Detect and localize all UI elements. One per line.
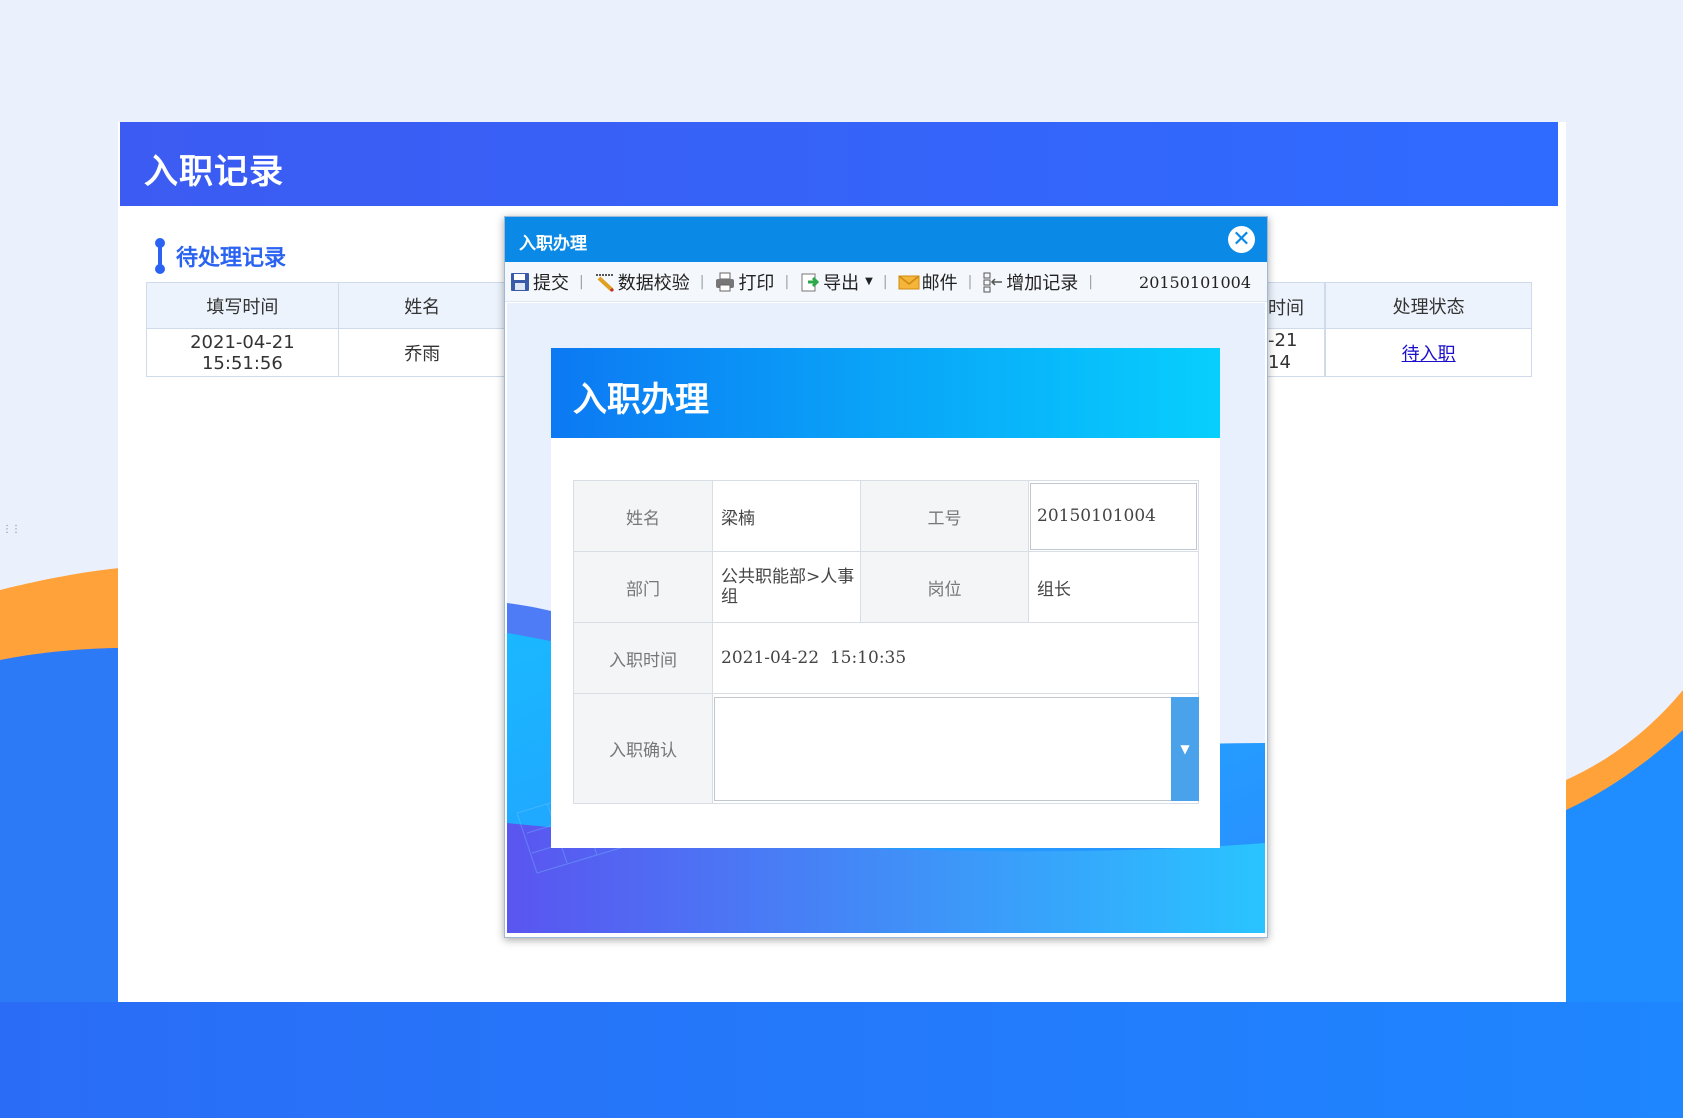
validate-button[interactable]: 数据校验	[590, 262, 694, 302]
confirm-textarea[interactable]	[714, 696, 1197, 801]
cell-status: 待入职	[1325, 328, 1532, 377]
submit-button[interactable]: 提交	[505, 262, 573, 302]
add-record-label: 增加记录	[1006, 272, 1079, 294]
mail-label: 邮件	[921, 272, 958, 294]
dialog-titlebar[interactable]: 入职办理 ✕	[505, 217, 1267, 262]
cell-time-partial-line2: 14	[1268, 352, 1291, 373]
section-marker-icon	[154, 238, 166, 274]
toolbar-separator: |	[1088, 273, 1094, 290]
save-icon	[511, 272, 529, 291]
chevron-down-icon: ▼	[1180, 742, 1190, 756]
column-header-time-partial: 时间	[1268, 298, 1304, 319]
onboarding-form: 姓名 梁楠 工号 20150101004 部门 公共职能部>人事组 岗位 组长 …	[573, 480, 1199, 804]
cell-time-partial-line1: -21	[1268, 330, 1298, 351]
toolbar-separator: |	[784, 273, 790, 290]
toolbar-separator: |	[882, 273, 888, 290]
emp-no-cell: 20150101004	[1028, 480, 1199, 552]
column-header-fill-time: 填写时间	[146, 282, 339, 329]
page-header: 入职记录	[120, 122, 1558, 206]
validate-label: 数据校验	[617, 272, 690, 294]
printer-icon	[716, 272, 735, 291]
toolbar-separator: |	[699, 273, 705, 290]
status-link[interactable]: 待入职	[1402, 344, 1456, 365]
form-row: 入职确认	[573, 693, 1199, 804]
cell-name: 乔雨	[337, 328, 507, 377]
position-label: 岗位	[860, 551, 1029, 623]
emp-no-label: 工号	[860, 480, 1029, 552]
dept-value: 公共职能部>人事组	[712, 551, 861, 623]
page-title: 入职记录	[144, 152, 284, 192]
pencil-ruler-icon	[595, 273, 614, 292]
submit-label: 提交	[533, 272, 569, 294]
drag-handle-icon[interactable]: ⋮⋮	[2, 525, 21, 535]
onboarding-dialog: 入职办理 ✕ 提交 | 数据校验 | 打印 | 导出 ▼ | 邮件 | 增加记录…	[504, 216, 1268, 938]
export-label: 导出	[823, 272, 860, 294]
toolbar-separator: |	[579, 273, 584, 290]
form-card: 入职办理 姓名 梁楠 工号 20150101004 部门 公共职能部>人事组 岗…	[551, 348, 1220, 848]
section-title: 待处理记录	[154, 236, 286, 276]
toolbar-separator: |	[967, 273, 973, 290]
dialog-title: 入职办理	[519, 234, 587, 254]
column-header-name: 姓名	[337, 282, 507, 329]
add-record-button[interactable]: 增加记录	[978, 262, 1082, 302]
form-title: 入职办理	[573, 380, 709, 420]
dept-label: 部门	[573, 551, 713, 623]
close-icon[interactable]: ✕	[1228, 226, 1255, 253]
cell-time-partial: -21 14	[1268, 330, 1297, 374]
entry-time-label: 入职时间	[573, 622, 713, 694]
dialog-toolbar: 提交 | 数据校验 | 打印 | 导出 ▼ | 邮件 | 增加记录 | 2015…	[505, 262, 1267, 302]
print-label: 打印	[738, 272, 775, 294]
name-value: 梁楠	[712, 480, 861, 552]
add-record-icon	[983, 272, 1003, 292]
record-code: 20150101004	[1139, 273, 1251, 292]
mail-icon	[898, 274, 920, 289]
confirm-dropdown-button[interactable]: ▼	[1171, 697, 1199, 801]
mail-button[interactable]: 邮件	[894, 262, 962, 302]
form-row: 部门 公共职能部>人事组 岗位 组长	[573, 551, 1199, 623]
export-icon	[801, 273, 820, 291]
entry-time-value: 2021-04-22 15:10:35	[712, 622, 1199, 694]
print-button[interactable]: 打印	[710, 262, 778, 302]
name-label: 姓名	[573, 480, 713, 552]
dialog-body: 入职办理 姓名 梁楠 工号 20150101004 部门 公共职能部>人事组 岗…	[507, 303, 1265, 933]
cell-fill-time: 2021-04-21 15:51:56	[146, 328, 339, 377]
position-value: 组长	[1028, 551, 1199, 623]
confirm-label: 入职确认	[573, 693, 713, 804]
section-title-text: 待处理记录	[176, 246, 287, 271]
form-header: 入职办理	[551, 348, 1220, 438]
emp-no-input[interactable]: 20150101004	[1030, 482, 1197, 550]
export-button[interactable]: 导出 ▼	[795, 262, 877, 302]
column-header-status: 处理状态	[1325, 282, 1532, 329]
chevron-down-icon: ▼	[865, 276, 873, 287]
form-row: 入职时间 2021-04-22 15:10:35	[573, 622, 1199, 694]
confirm-cell	[712, 693, 1199, 804]
form-row: 姓名 梁楠 工号 20150101004	[573, 480, 1199, 552]
